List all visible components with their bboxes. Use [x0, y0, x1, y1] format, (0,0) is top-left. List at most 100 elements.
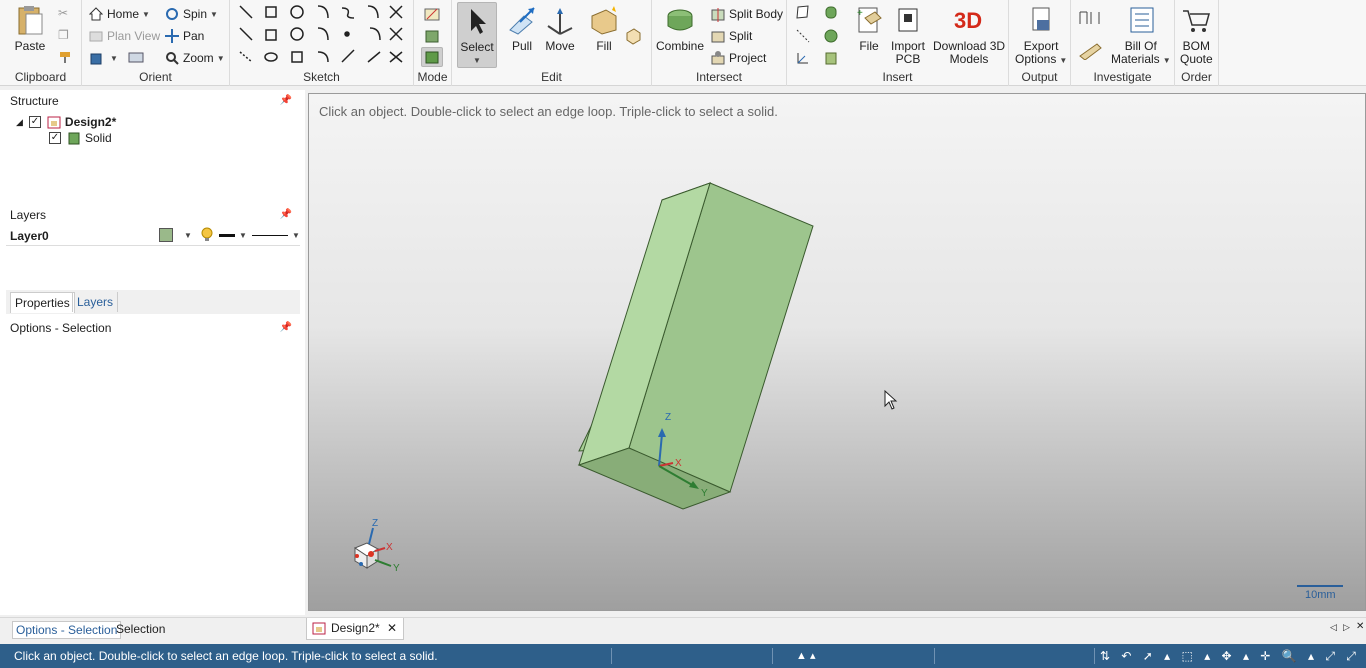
- bom-icon: [1125, 4, 1157, 36]
- mouse-cursor-icon: [884, 389, 898, 410]
- view-orientation-cube[interactable]: Z X Y: [353, 518, 400, 574]
- zoom-button[interactable]: Zoom ▼: [164, 50, 225, 66]
- orient-group: Home ▼ Spin ▼ Plan View Pan ▼ Zoom ▼ Orient: [82, 0, 230, 86]
- tab-layers[interactable]: Layers: [72, 292, 119, 312]
- move-icon: [544, 4, 576, 36]
- view-cube-button[interactable]: ▼: [88, 50, 118, 66]
- sketch-mode-icon[interactable]: [424, 6, 440, 22]
- line-style-icon[interactable]: [252, 235, 288, 236]
- split-body-button[interactable]: Split Body: [710, 6, 783, 22]
- panel-tabs: Properties Layers: [6, 290, 300, 314]
- pull-icon: [506, 4, 538, 36]
- close-tab-icon[interactable]: ✕: [387, 621, 397, 635]
- pan-button[interactable]: Pan: [164, 28, 204, 44]
- intersect-group: Combine Split Body Split Project Interse…: [652, 0, 787, 86]
- mass-icon[interactable]: [1077, 38, 1103, 60]
- copy-icon[interactable]: ❐: [58, 28, 69, 42]
- file-button[interactable]: + File: [853, 4, 885, 53]
- edit-group: Select ▼ Pull Move Fill Edit: [452, 0, 652, 86]
- ribbon: Paste ✂ ❐ Clipboard Home ▼ Spin ▼ Plan Vie…: [0, 0, 1366, 86]
- svg-text:Z: Z: [665, 412, 671, 423]
- home-button[interactable]: Home ▼: [88, 6, 150, 22]
- tree-child-solid[interactable]: ✓ Solid: [49, 130, 112, 146]
- pin-icon[interactable]: 📌: [280, 319, 292, 337]
- component-icon[interactable]: [823, 50, 839, 66]
- close-icon[interactable]: ✕: [1356, 621, 1364, 632]
- shopping-cart-icon: [1180, 4, 1212, 36]
- import-pcb-button[interactable]: Import PCB: [891, 4, 925, 66]
- solid-body[interactable]: [577, 182, 814, 510]
- tree-root[interactable]: ◢ ✓ Design2*: [16, 114, 116, 130]
- plan-view-icon: [88, 28, 104, 44]
- format-painter-icon[interactable]: [58, 50, 72, 64]
- download-3d-models-button[interactable]: 3D Download 3D Models: [933, 4, 1005, 66]
- project-icon: [710, 50, 726, 66]
- line-weight-icon[interactable]: [219, 234, 235, 237]
- fill-button[interactable]: Fill: [588, 4, 620, 53]
- measure-icon[interactable]: [1077, 8, 1103, 28]
- svg-text:X: X: [386, 542, 393, 553]
- tweak-face-icon[interactable]: [624, 27, 642, 45]
- bill-of-materials-button[interactable]: Bill Of Materials ▼: [1111, 4, 1171, 67]
- 3d-mode-icon[interactable]: [421, 47, 443, 67]
- layer-row[interactable]: Layer0 ▼ ▼ ▼: [6, 226, 300, 246]
- spin-icon: [164, 6, 180, 22]
- paste-button[interactable]: Paste: [14, 4, 46, 53]
- cut-icon[interactable]: ✂: [58, 6, 68, 20]
- select-button[interactable]: Select ▼: [457, 2, 497, 68]
- bottom-tab-bar: Options - Selection Selection Design2* ✕…: [0, 617, 1366, 641]
- order-group: BOM Quote Order: [1175, 0, 1219, 86]
- display-style-icon[interactable]: [128, 50, 144, 64]
- visibility-checkbox[interactable]: ✓: [49, 132, 61, 144]
- plane-icon[interactable]: [795, 4, 811, 20]
- pin-icon[interactable]: 📌: [280, 206, 292, 224]
- status-toolbar-icons[interactable]: ⇅ ↶ ➚ ▴ ⬚ ▴ ✥ ▴ ✛ 🔍 ▴ ⤢ ⤢: [1100, 644, 1360, 668]
- line-style-dropdown-icon[interactable]: ▼: [292, 231, 300, 240]
- sphere-icon[interactable]: [823, 28, 839, 44]
- paste-icon: [14, 4, 46, 36]
- pin-icon[interactable]: 📌: [280, 92, 292, 110]
- home-icon: [88, 6, 104, 22]
- tab-selection[interactable]: Selection: [116, 622, 165, 636]
- spin-button[interactable]: Spin ▼: [164, 6, 218, 22]
- scale-label: 10mm: [1305, 589, 1336, 601]
- svg-text:3D: 3D: [954, 8, 982, 33]
- combine-button[interactable]: Combine: [656, 4, 704, 53]
- cylinder-icon[interactable]: [823, 4, 839, 20]
- svg-text:Z: Z: [372, 518, 378, 529]
- move-button[interactable]: Move: [544, 4, 576, 53]
- lightbulb-icon[interactable]: [200, 227, 214, 246]
- sketch-tools-icons[interactable]: [230, 0, 414, 66]
- split-body-icon: [710, 6, 726, 22]
- section-mode-icon[interactable]: [424, 28, 440, 44]
- status-triangle-icon[interactable]: ▲ ▴: [796, 644, 815, 668]
- bom-quote-button[interactable]: BOM Quote: [1180, 4, 1213, 66]
- scroll-left-icon[interactable]: ◁: [1330, 622, 1337, 633]
- 3d-logo-icon: 3D: [953, 4, 985, 36]
- layer-color-swatch[interactable]: [159, 228, 173, 242]
- svg-text:Y: Y: [393, 563, 400, 574]
- axis-icon[interactable]: [795, 28, 811, 44]
- scroll-right-icon[interactable]: ▷: [1343, 622, 1350, 633]
- solid-icon: [66, 130, 82, 146]
- design-icon: [46, 114, 62, 130]
- visibility-checkbox[interactable]: ✓: [28, 116, 41, 128]
- line-weight-dropdown-icon[interactable]: ▼: [239, 231, 247, 240]
- mode-group: Mode: [414, 0, 452, 86]
- split-button[interactable]: Split: [710, 28, 752, 44]
- export-options-button[interactable]: Export Options ▼: [1015, 4, 1067, 67]
- color-dropdown-icon[interactable]: ▼: [184, 231, 192, 240]
- project-button[interactable]: Project: [710, 50, 766, 66]
- pull-button[interactable]: Pull: [506, 4, 538, 53]
- cursor-arrow-icon: [461, 5, 493, 37]
- fill-icon: [588, 4, 620, 36]
- 3d-viewport[interactable]: Click an object. Double-click to select …: [308, 93, 1366, 611]
- tab-properties[interactable]: Properties: [10, 292, 75, 313]
- origin-icon[interactable]: [795, 50, 811, 66]
- document-tab-design2[interactable]: Design2* ✕: [306, 618, 405, 640]
- pcb-icon: [892, 4, 924, 36]
- collapse-arrow-icon[interactable]: ◢: [16, 117, 23, 128]
- tab-options-selection[interactable]: Options - Selection: [12, 621, 122, 639]
- sketch-group: Sketch: [230, 0, 414, 86]
- plan-view-button[interactable]: Plan View: [88, 28, 160, 44]
